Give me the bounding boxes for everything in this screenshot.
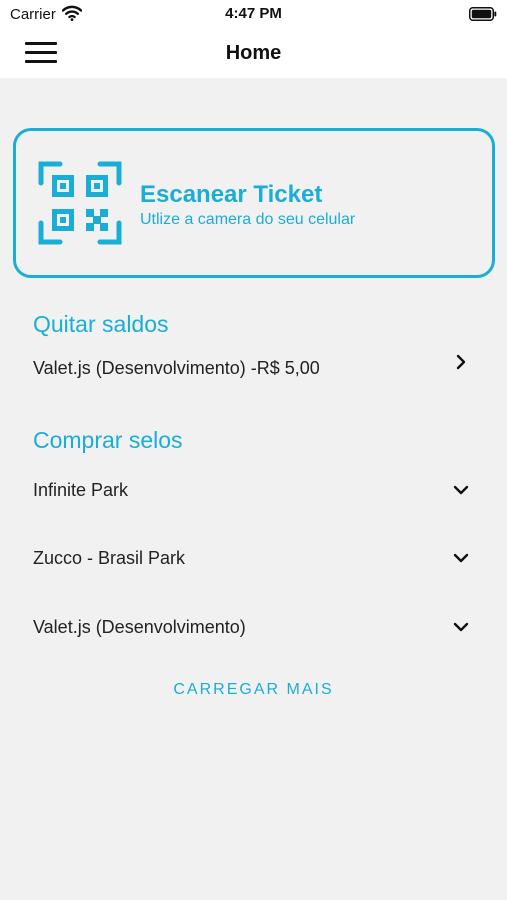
- stamp-item-valet-js[interactable]: Valet.js (Desenvolvimento): [0, 601, 507, 653]
- stamp-item-label: Valet.js (Desenvolvimento): [33, 617, 246, 637]
- balances-section-title: Quitar saldos: [33, 311, 169, 337]
- stamp-item-label: Infinite Park: [33, 480, 129, 500]
- chevron-down-icon: [453, 485, 469, 495]
- chevron-right-icon: [456, 354, 466, 370]
- scan-ticket-subtitle: Utlize a camera do seu celular: [140, 211, 356, 228]
- stamp-item-infinite-park[interactable]: Infinite Park: [0, 464, 507, 516]
- page-title: Home: [225, 42, 282, 64]
- status-bar: Carrier 4:47 PM: [0, 0, 507, 30]
- stamp-item-zucco-brasil-park[interactable]: Zucco - Brasil Park: [0, 532, 507, 584]
- load-more-button[interactable]: CARREGAR MAIS: [0, 681, 507, 699]
- scan-ticket-title: Escanear Ticket: [140, 181, 323, 208]
- scan-ticket-card[interactable]: Escanear Ticket Utlize a camera do seu c…: [13, 128, 495, 278]
- balance-item-label: Valet.js (Desenvolvimento) -R$ 5,00: [33, 358, 320, 378]
- stamps-section-title: Comprar selos: [33, 427, 183, 453]
- navigation-bar: Home: [0, 30, 507, 78]
- status-time: 4:47 PM: [225, 5, 282, 22]
- battery-icon: [469, 7, 497, 21]
- qr-code-scan-icon: [38, 161, 122, 245]
- balance-item[interactable]: Valet.js (Desenvolvimento) -R$ 5,00: [0, 342, 507, 394]
- chevron-down-icon: [453, 553, 469, 563]
- stamp-item-label: Zucco - Brasil Park: [33, 548, 186, 568]
- chevron-down-icon: [453, 622, 469, 632]
